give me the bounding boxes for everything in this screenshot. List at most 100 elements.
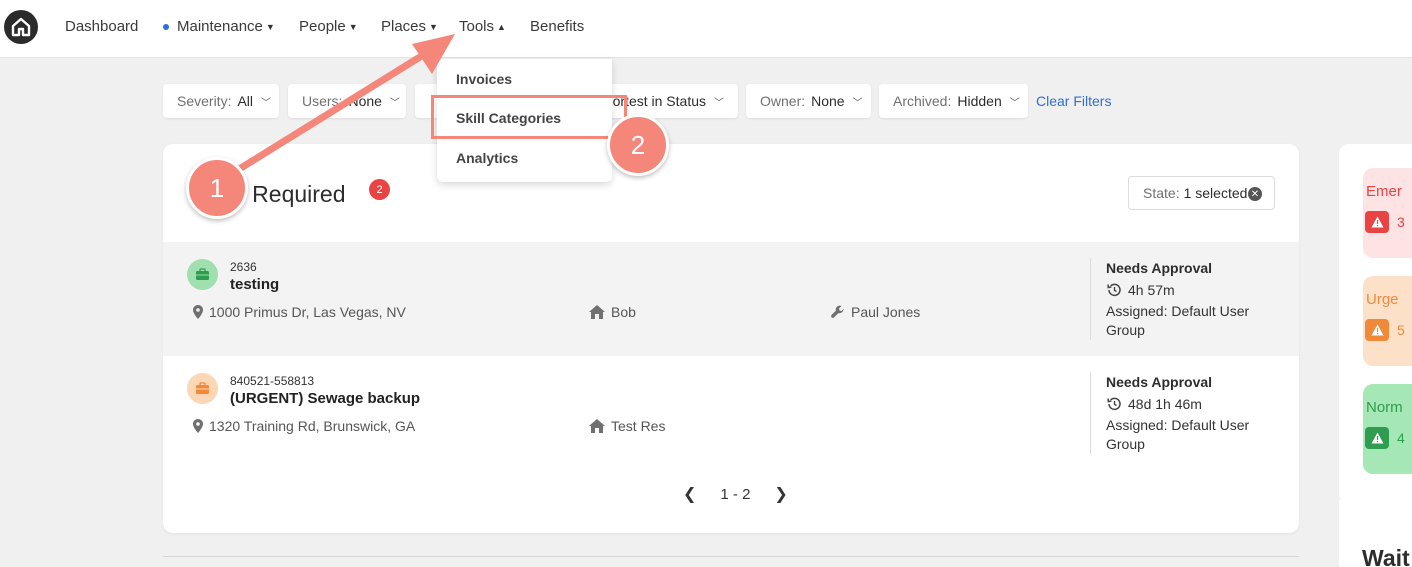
state-filter-label: State: — [1143, 185, 1180, 201]
users-filter-value: None — [348, 93, 382, 109]
notification-dot-icon — [163, 23, 169, 30]
chevron-down-icon: ﹀ — [1009, 97, 1020, 109]
briefcase-icon — [187, 373, 218, 404]
action-required-card: n Required 2 State: 1 selected ✕ 2636 te… — [163, 144, 1299, 533]
nav-dashboard[interactable]: Dashboard — [65, 18, 138, 35]
count-badge: 2 — [369, 179, 390, 200]
section-divider — [163, 556, 1299, 557]
resident-text: Bob — [611, 304, 636, 320]
nav-people-label: People — [299, 18, 346, 35]
chevron-right-icon[interactable]: ❯ — [774, 484, 787, 504]
nav-tools[interactable]: Tools ▲ — [459, 18, 506, 35]
nav-benefits-label: Benefits — [530, 18, 585, 35]
waiting-card-title: Wait — [1362, 545, 1410, 567]
home-icon — [589, 419, 605, 433]
wrench-icon — [831, 305, 844, 318]
nav-places[interactable]: Places ▼ — [381, 18, 438, 35]
urgent-alert-card[interactable]: Urge 5 — [1363, 276, 1412, 366]
nav-benefits[interactable]: Benefits — [530, 18, 584, 35]
history-clock-icon — [1107, 283, 1121, 297]
clear-filters-link[interactable]: Clear Filters — [1036, 93, 1111, 109]
alert-label: Norm — [1366, 399, 1403, 416]
archived-filter-value: Hidden — [957, 93, 1002, 109]
users-filter-label: Users: — [302, 93, 343, 109]
owner-filter[interactable]: Owner: None ﹀ — [746, 84, 871, 118]
duration-text: 4h 57m — [1128, 282, 1175, 298]
emergency-alert-card[interactable]: Emer 3 — [1363, 168, 1412, 258]
resident: Bob — [589, 304, 636, 320]
alert-label: Emer — [1366, 183, 1402, 200]
caret-up-icon: ▲ — [497, 21, 506, 32]
clear-circle-icon[interactable]: ✕ — [1248, 187, 1262, 201]
work-order-title: testing — [230, 276, 280, 293]
step-1-marker: 1 — [186, 157, 248, 219]
work-order-row[interactable]: 2636 testing 1000 Primus Dr, Las Vegas, … — [163, 242, 1299, 356]
address-text: 1320 Training Rd, Brunswick, GA — [209, 418, 416, 434]
duration: 48d 1h 46m — [1106, 396, 1202, 412]
nav-dashboard-label: Dashboard — [65, 18, 139, 35]
caret-down-icon: ▼ — [265, 21, 275, 32]
archived-filter-label: Archived: — [893, 93, 952, 109]
owner-filter-value: None — [811, 93, 845, 109]
owner-filter-label: Owner: — [760, 93, 806, 109]
home-logo-icon[interactable] — [4, 10, 38, 44]
alert-label: Urge — [1366, 291, 1399, 308]
state-filter-value: 1 selected — [1183, 185, 1248, 201]
work-order-row[interactable]: 840521-558813 (URGENT) Sewage backup 132… — [163, 356, 1299, 470]
normal-alert-card[interactable]: Norm 4 — [1363, 384, 1412, 474]
assigned-text: Assigned: Default User Group — [1106, 417, 1250, 452]
page-range: 1 - 2 — [720, 485, 751, 503]
menu-item-analytics[interactable]: Analytics — [456, 150, 518, 166]
caret-down-icon: ▼ — [348, 21, 358, 32]
chevron-down-icon: ﹀ — [714, 97, 724, 109]
address-text: 1000 Primus Dr, Las Vegas, NV — [209, 304, 406, 320]
nav-maintenance[interactable]: Maintenance ▼ — [163, 18, 275, 35]
card-title: n Required — [233, 181, 346, 207]
address: 1320 Training Rd, Brunswick, GA — [193, 418, 415, 434]
menu-item-invoices[interactable]: Invoices — [456, 71, 512, 87]
duration-text: 48d 1h 46m — [1128, 396, 1202, 412]
users-filter[interactable]: Users: None ﹀ — [288, 84, 406, 118]
alert-count: 5 — [1397, 322, 1405, 338]
column-divider — [1090, 258, 1091, 340]
work-order-id: 840521-558813 — [230, 374, 315, 388]
severity-filter-label: Severity: — [177, 93, 232, 109]
archived-filter[interactable]: Archived: Hidden ﹀ — [879, 84, 1028, 118]
state-filter[interactable]: State: 1 selected ✕ — [1128, 176, 1275, 210]
work-order-title: (URGENT) Sewage backup — [230, 390, 421, 407]
step-2-marker: 2 — [607, 114, 669, 176]
status-text: Needs Approval — [1106, 260, 1213, 276]
assigned-text: Assigned: Default User Group — [1106, 303, 1250, 338]
briefcase-icon — [187, 259, 218, 290]
chevron-down-icon: ﹀ — [852, 97, 863, 109]
duration: 4h 57m — [1106, 282, 1175, 298]
pagination: ❮ 1 - 2 ❯ — [683, 484, 788, 504]
technician-text: Paul Jones — [851, 304, 921, 320]
address: 1000 Primus Dr, Las Vegas, NV — [193, 304, 406, 320]
resident-text: Test Res — [611, 418, 666, 434]
home-icon — [589, 305, 605, 319]
severity-filter-value: All — [237, 93, 254, 109]
work-order-id: 2636 — [230, 260, 257, 274]
alert-count: 4 — [1397, 430, 1405, 446]
severity-filter[interactable]: Severity: All ﹀ — [163, 84, 279, 118]
highlight-box — [431, 95, 627, 139]
technician: Paul Jones — [831, 304, 920, 320]
top-navigation: Dashboard Maintenance ▼ People ▼ Places ▼ T… — [0, 0, 1412, 58]
nav-people[interactable]: People ▼ — [299, 18, 358, 35]
chevron-left-icon[interactable]: ❮ — [683, 484, 696, 504]
map-pin-icon — [193, 305, 203, 319]
warning-icon — [1365, 211, 1389, 233]
map-pin-icon — [193, 419, 203, 433]
severity-summary-card: Emer 3 Urge 5 Norm 4 — [1339, 144, 1412, 504]
nav-maintenance-label: Maintenance — [177, 18, 263, 35]
warning-icon — [1365, 427, 1389, 449]
status-text: Needs Approval — [1106, 374, 1213, 390]
resident: Test Res — [589, 418, 665, 434]
chevron-down-icon: ﹀ — [261, 97, 272, 109]
chevron-down-icon: ﹀ — [389, 97, 400, 109]
history-clock-icon — [1107, 397, 1121, 411]
column-divider — [1090, 372, 1091, 454]
warning-icon — [1365, 319, 1389, 341]
nav-tools-label: Tools — [459, 18, 495, 35]
